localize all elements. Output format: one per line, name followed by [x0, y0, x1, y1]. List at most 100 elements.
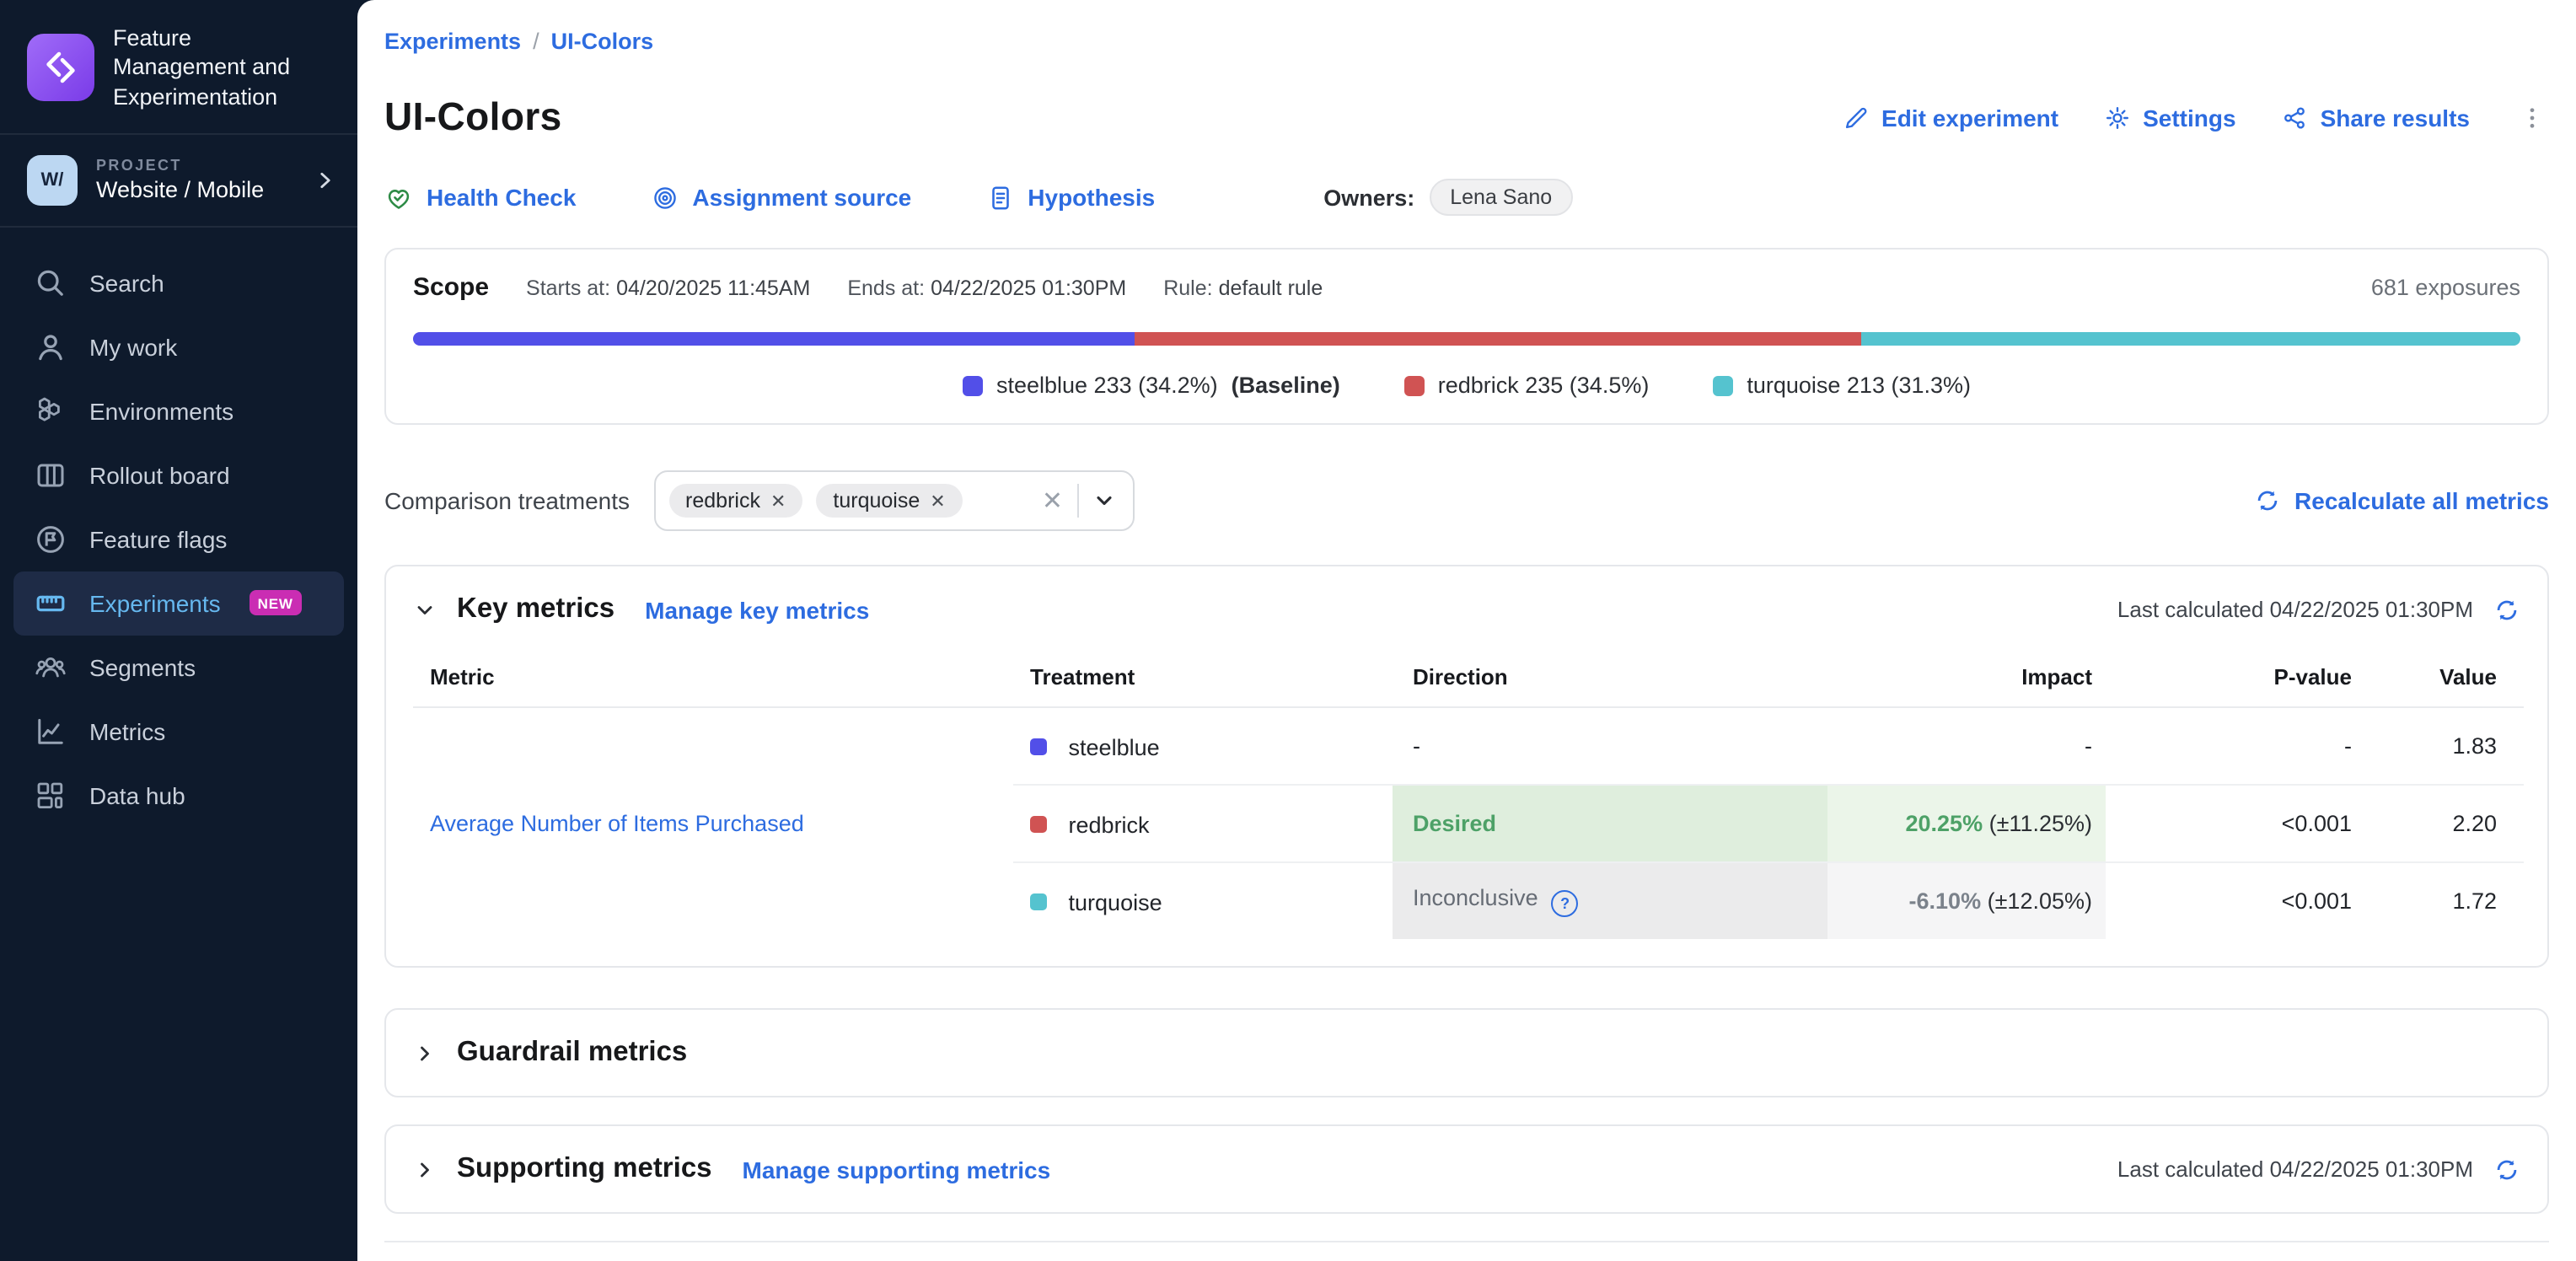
legend-swatch [1404, 375, 1425, 395]
heart-check-icon [384, 183, 413, 212]
chip-turquoise[interactable]: turquoise ✕ [816, 484, 962, 518]
sidebar-item-segments[interactable]: Segments [0, 636, 357, 700]
scope-starts: Starts at: 04/20/2025 11:45AM [526, 276, 810, 299]
supporting-metrics-header[interactable]: Supporting metrics Manage supporting met… [413, 1153, 2520, 1185]
collapse-chevron-right-icon[interactable] [413, 1041, 437, 1065]
share-results-button[interactable]: Share results [2282, 104, 2470, 131]
breadcrumb-parent-link[interactable]: Experiments [384, 29, 521, 54]
remove-chip-icon[interactable]: ✕ [770, 490, 786, 512]
column-header-impact: Impact [1827, 646, 2106, 707]
refresh-icon[interactable] [2493, 596, 2520, 623]
key-metrics-table: Metric Treatment Direction Impact P-valu… [413, 646, 2524, 939]
quick-links-row: Health Check Assignment source Hypothesi… [384, 179, 2549, 216]
main-content: Experiments / UI-Colors UI-Colors Edit e… [357, 0, 2576, 1261]
refresh-icon[interactable] [2493, 1156, 2520, 1183]
collapse-chevron-down-icon[interactable] [413, 598, 437, 621]
comparison-treatments-select[interactable]: redbrick ✕ turquoise ✕ ✕ [653, 470, 1134, 531]
exposures-count: 681 exposures [2371, 275, 2520, 300]
hypothesis-label: Hypothesis [1028, 184, 1155, 211]
column-header-pvalue: P-value [2106, 646, 2396, 707]
legend-swatch [1713, 375, 1733, 395]
legend-item-redbrick: redbrick 235 (34.5%) [1404, 373, 1650, 398]
chip-label: turquoise [833, 489, 920, 512]
impact-cell: 20.25% (±11.25%) [1827, 785, 2106, 862]
sidebar-item-rollout-board[interactable]: Rollout board [0, 443, 357, 507]
refresh-icon [2254, 487, 2281, 514]
bar-segment-turquoise [1861, 332, 2521, 346]
sidebar-item-my-work[interactable]: My work [0, 315, 357, 379]
sidebar-nav: Search My work Environments [0, 228, 357, 828]
ruler-icon [34, 587, 67, 620]
project-badge: W/ [27, 155, 78, 206]
user-icon [34, 330, 67, 364]
guardrail-metrics-title: Guardrail metrics [457, 1037, 687, 1069]
scope-title: Scope [413, 273, 489, 302]
app-brand: Feature Management and Experimentation [0, 0, 357, 135]
collapse-chevron-right-icon[interactable] [413, 1157, 437, 1181]
scope-rule: Rule: default rule [1163, 276, 1323, 299]
legend-item-turquoise: turquoise 213 (31.3%) [1713, 373, 1971, 398]
gear-icon [2104, 104, 2131, 131]
comparison-row: Comparison treatments redbrick ✕ turquoi… [384, 470, 2549, 531]
scope-summary-row: Scope Starts at: 04/20/2025 11:45AM Ends… [413, 273, 2520, 302]
sidebar-item-data-hub[interactable]: Data hub [0, 764, 357, 828]
sidebar-item-label: Metrics [89, 718, 165, 745]
project-name: Website / Mobile [96, 178, 295, 203]
supporting-metrics-card: Supporting metrics Manage supporting met… [384, 1124, 2549, 1214]
sidebar-item-environments[interactable]: Environments [0, 379, 357, 443]
breadcrumb: Experiments / UI-Colors [384, 29, 2549, 54]
sidebar-item-metrics[interactable]: Metrics [0, 700, 357, 764]
edit-experiment-button[interactable]: Edit experiment [1843, 104, 2058, 131]
direction-cell: - [1393, 707, 1827, 785]
split-logo-icon [27, 34, 94, 101]
table-row: Average Number of Items Purchased steelb… [413, 707, 2524, 785]
key-metrics-header[interactable]: Key metrics Manage key metrics Last calc… [413, 593, 2520, 625]
legend-item-steelblue: steelblue 233 (34.2%) (Baseline) [963, 373, 1340, 398]
key-metrics-title: Key metrics [457, 593, 614, 625]
hypothesis-link[interactable]: Hypothesis [985, 183, 1155, 212]
legend-label: redbrick 235 (34.5%) [1438, 373, 1650, 398]
clear-selection-icon[interactable]: ✕ [1042, 486, 1063, 516]
last-calculated-text: Last calculated 04/22/2025 01:30PM [2117, 597, 2473, 622]
chevron-down-icon[interactable] [1092, 489, 1115, 512]
value-cell: 2.20 [2396, 785, 2524, 862]
chip-redbrick[interactable]: redbrick ✕ [668, 484, 802, 518]
breadcrumb-separator: / [533, 29, 539, 54]
column-header-direction: Direction [1393, 646, 1827, 707]
metric-link[interactable]: Average Number of Items Purchased [430, 811, 804, 836]
remove-chip-icon[interactable]: ✕ [930, 490, 945, 512]
more-menu-button[interactable] [2515, 102, 2549, 132]
manage-key-metrics-link[interactable]: Manage key metrics [645, 596, 869, 623]
treatment-name: turquoise [1069, 889, 1162, 915]
treatment-cell: steelblue [1013, 707, 1393, 785]
column-header-metric: Metric [413, 646, 1013, 707]
treatment-cell: turquoise [1013, 862, 1393, 939]
guardrail-metrics-header[interactable]: Guardrail metrics [413, 1037, 2520, 1069]
guardrail-metrics-card: Guardrail metrics [384, 1008, 2549, 1097]
treatment-distribution-bar [413, 332, 2520, 346]
owners-label: Owners: [1323, 185, 1414, 210]
recalculate-all-button[interactable]: Recalculate all metrics [2254, 487, 2549, 514]
sidebar-item-label: Search [89, 270, 164, 297]
sidebar-item-search[interactable]: Search [0, 251, 357, 315]
breadcrumb-current-link[interactable]: UI-Colors [551, 29, 654, 54]
legend-swatch [963, 375, 983, 395]
edit-experiment-label: Edit experiment [1881, 104, 2058, 131]
assignment-source-link[interactable]: Assignment source [650, 183, 911, 212]
app-window: Feature Management and Experimentation W… [0, 0, 2576, 1261]
direction-cell: Inconclusive? [1393, 862, 1827, 939]
settings-button[interactable]: Settings [2104, 104, 2235, 131]
share-results-label: Share results [2321, 104, 2470, 131]
sidebar-item-experiments[interactable]: Experiments NEW [13, 571, 344, 636]
sidebar-item-feature-flags[interactable]: Feature flags [0, 507, 357, 571]
grid-icon [34, 779, 67, 813]
project-switcher[interactable]: W/ PROJECT Website / Mobile [0, 135, 357, 228]
sidebar-item-label: Data hub [89, 782, 185, 809]
owner-chip[interactable]: Lena Sano [1430, 179, 1572, 216]
columns-icon [34, 459, 67, 492]
health-check-link[interactable]: Health Check [384, 183, 576, 212]
flag-circle-icon [34, 523, 67, 556]
manage-supporting-metrics-link[interactable]: Manage supporting metrics [743, 1156, 1051, 1183]
scope-card: Scope Starts at: 04/20/2025 11:45AM Ends… [384, 248, 2549, 425]
help-icon[interactable]: ? [1552, 890, 1579, 917]
